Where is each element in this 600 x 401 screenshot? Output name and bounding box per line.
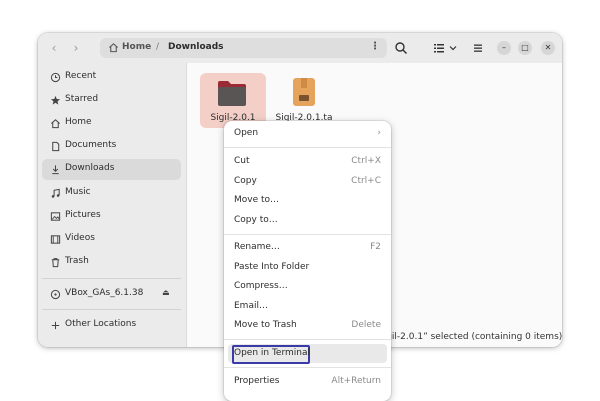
sidebar-item-label: Downloads bbox=[65, 163, 115, 173]
sidebar-item-pictures[interactable]: Pictures bbox=[42, 206, 181, 227]
menu-item-move-to[interactable]: Move to… bbox=[228, 191, 387, 210]
menu-item-label: Rename… bbox=[234, 242, 280, 252]
path-menu-button[interactable]: ⋮ bbox=[370, 41, 380, 52]
path-separator: / bbox=[156, 42, 160, 52]
menu-item-shortcut: Delete bbox=[351, 320, 381, 330]
maximize-button[interactable]: □ bbox=[518, 41, 532, 55]
close-button[interactable]: ✕ bbox=[541, 41, 555, 55]
menu-separator bbox=[224, 339, 391, 340]
home-icon bbox=[51, 119, 60, 129]
menu-item-properties[interactable]: Properties Alt+Return bbox=[228, 372, 387, 391]
sidebar-item-starred[interactable]: Starred bbox=[42, 90, 181, 111]
path-current-segment[interactable]: Downloads bbox=[168, 42, 224, 52]
menu-item-paste-into-folder[interactable]: Paste Into Folder bbox=[228, 258, 387, 277]
search-icon[interactable] bbox=[394, 41, 408, 55]
picture-icon bbox=[50, 212, 61, 221]
menu-item-label: Copy to… bbox=[234, 215, 278, 225]
disc-icon bbox=[50, 289, 61, 300]
home-icon bbox=[109, 43, 118, 53]
menu-item-email[interactable]: Email… bbox=[228, 297, 387, 316]
download-icon bbox=[52, 165, 59, 175]
sidebar-item-label: Other Locations bbox=[65, 319, 137, 329]
sidebar: Recent Starred Home Documents Downloads bbox=[38, 63, 187, 347]
sidebar-item-label: Pictures bbox=[65, 210, 101, 220]
status-bar: Sigil-2.0.1” selected (containing 0 item… bbox=[378, 332, 562, 342]
menu-item-label: Compress… bbox=[234, 281, 288, 291]
folder-icon bbox=[218, 81, 246, 106]
menu-item-label: Paste Into Folder bbox=[234, 262, 310, 272]
sidebar-item-music[interactable]: Music bbox=[42, 183, 181, 204]
forward-button[interactable]: › bbox=[68, 40, 84, 56]
menu-item-label: Cut bbox=[234, 156, 250, 166]
sidebar-item-label: Starred bbox=[65, 94, 99, 104]
sidebar-item-label: VBox_GAs_6.1.38 bbox=[65, 288, 144, 298]
menu-item-label: Move to… bbox=[234, 195, 280, 205]
header-bar: ‹ › Home / Downloads ⋮ – □ ✕ bbox=[38, 33, 562, 63]
star-icon bbox=[50, 95, 61, 105]
sidebar-item-downloads[interactable]: Downloads bbox=[42, 159, 181, 180]
sidebar-item-label: Documents bbox=[65, 140, 117, 150]
context-menu: Open › Cut Ctrl+X Copy Ctrl+C Move to… C… bbox=[224, 121, 391, 401]
menu-separator bbox=[224, 367, 391, 368]
sidebar-item-label: Recent bbox=[65, 71, 97, 81]
menu-item-shortcut: F2 bbox=[370, 242, 381, 252]
sidebar-item-label: Home bbox=[65, 117, 92, 127]
sidebar-divider bbox=[42, 278, 181, 279]
video-icon bbox=[50, 235, 61, 244]
sidebar-item-other-locations[interactable]: Other Locations bbox=[42, 315, 181, 336]
plus-icon bbox=[51, 321, 60, 330]
sidebar-item-recent[interactable]: Recent bbox=[42, 67, 181, 88]
sidebar-item-home[interactable]: Home bbox=[42, 113, 181, 134]
menu-item-rename[interactable]: Rename… F2 bbox=[228, 238, 387, 257]
menu-item-copy-to[interactable]: Copy to… bbox=[228, 211, 387, 230]
menu-item-shortcut: Ctrl+X bbox=[351, 156, 381, 166]
menu-item-label: Move to Trash bbox=[234, 320, 297, 330]
archive-icon bbox=[293, 78, 315, 106]
menu-separator bbox=[224, 147, 391, 148]
path-home-segment[interactable]: Home bbox=[122, 42, 151, 52]
back-button[interactable]: ‹ bbox=[46, 40, 62, 56]
sidebar-item-label: Videos bbox=[65, 233, 95, 243]
menu-item-cut[interactable]: Cut Ctrl+X bbox=[228, 152, 387, 171]
menu-item-label: Open bbox=[234, 128, 259, 138]
menu-item-label: Properties bbox=[234, 376, 280, 386]
menu-item-copy[interactable]: Copy Ctrl+C bbox=[228, 172, 387, 191]
sidebar-item-label: Trash bbox=[65, 256, 89, 266]
file-item-archive[interactable]: Sigil-2.0.1.ta bbox=[271, 73, 337, 128]
menu-item-label: Open in Terminal bbox=[234, 348, 310, 358]
menu-item-open-in-terminal[interactable]: Open in Terminal bbox=[228, 344, 387, 364]
music-icon bbox=[51, 188, 60, 198]
minimize-button[interactable]: – bbox=[497, 41, 511, 55]
file-item-folder[interactable]: Sigil-2.0.1 bbox=[200, 73, 266, 128]
menu-item-compress[interactable]: Compress… bbox=[228, 277, 387, 296]
sidebar-item-videos[interactable]: Videos bbox=[42, 229, 181, 250]
menu-separator bbox=[224, 234, 391, 235]
menu-item-move-to-trash[interactable]: Move to Trash Delete bbox=[228, 316, 387, 335]
list-view-icon[interactable] bbox=[432, 41, 446, 55]
document-icon bbox=[52, 141, 60, 152]
view-options-chevron-icon[interactable] bbox=[448, 41, 458, 55]
sidebar-item-vbox-mount[interactable]: VBox_GAs_6.1.38 ⏏ bbox=[42, 284, 181, 305]
submenu-chevron-icon: › bbox=[377, 128, 381, 138]
sidebar-divider bbox=[42, 309, 181, 310]
sidebar-item-documents[interactable]: Documents bbox=[42, 136, 181, 157]
hamburger-menu-icon[interactable] bbox=[471, 41, 485, 55]
menu-item-label: Email… bbox=[234, 301, 268, 311]
menu-item-shortcut: Alt+Return bbox=[331, 376, 381, 386]
menu-item-shortcut: Ctrl+C bbox=[351, 176, 381, 186]
eject-icon[interactable]: ⏏ bbox=[162, 288, 170, 297]
trash-icon bbox=[51, 258, 60, 268]
menu-item-label: Copy bbox=[234, 176, 257, 186]
clock-icon bbox=[50, 72, 61, 83]
sidebar-item-label: Music bbox=[65, 187, 91, 197]
sidebar-item-trash[interactable]: Trash bbox=[42, 252, 181, 273]
path-bar[interactable]: Home / Downloads ⋮ bbox=[100, 38, 387, 58]
menu-item-open[interactable]: Open › bbox=[228, 124, 387, 143]
